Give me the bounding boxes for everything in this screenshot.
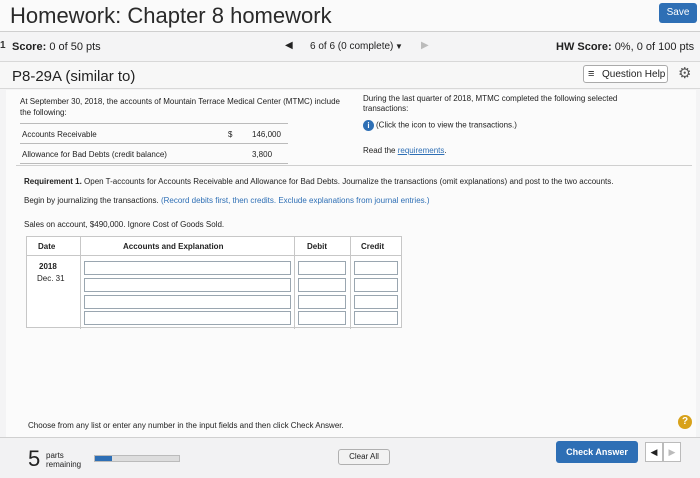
read-suffix: . <box>444 146 447 155</box>
credit-input[interactable] <box>354 261 398 275</box>
account-name: Allowance for Bad Debts (credit balance) <box>22 150 167 159</box>
table-row: Allowance for Bad Debts (credit balance)… <box>20 144 288 164</box>
requirement-instructions: Begin by journalizing the transactions. … <box>24 196 430 205</box>
credit-input[interactable] <box>354 311 398 325</box>
info-icon[interactable]: i <box>363 120 374 131</box>
question-help-label: Question Help <box>602 69 666 80</box>
previous-question-button[interactable]: ◀ <box>285 40 293 51</box>
header-credit: Credit <box>361 242 385 251</box>
requirement-body: Open T-accounts for Accounts Receivable … <box>81 177 614 186</box>
header-debit: Debit <box>307 242 327 251</box>
hw-score-value: 0%, 0 of 100 pts <box>614 41 695 53</box>
header-date: Date <box>38 242 56 251</box>
problem-id: P8-29A (similar to) <box>12 68 136 85</box>
section-divider <box>16 165 692 166</box>
account-select[interactable] <box>84 261 291 275</box>
account-balances-table: Accounts Receivable $ 146,000 Allowance … <box>20 123 288 164</box>
requirement-label: Requirement 1. <box>24 177 82 186</box>
debit-input[interactable] <box>298 311 346 325</box>
parts-progress-bar <box>94 455 180 462</box>
journal-header: Date Accounts and Explanation Debit Cred… <box>27 237 401 255</box>
problem-content: At September 30, 2018, the accounts of M… <box>6 90 696 437</box>
transactions-intro: During the last quarter of 2018, MTMC co… <box>363 94 618 113</box>
read-prefix: Read the <box>363 146 398 155</box>
save-button[interactable]: Save <box>659 3 697 23</box>
remaining-label: remaining <box>46 460 82 469</box>
column-divider <box>294 237 295 329</box>
column-divider <box>80 237 81 329</box>
check-answer-button[interactable]: Check Answer <box>556 441 638 463</box>
entry-year: 2018 <box>39 262 57 271</box>
currency-symbol: $ <box>228 130 233 139</box>
instructions-text: Begin by journalizing the transactions. <box>24 196 161 205</box>
parts-remaining-label: parts remaining <box>46 451 81 469</box>
list-icon: ≡ <box>588 68 595 80</box>
requirement-text: Requirement 1. Open T-accounts for Accou… <box>24 177 614 186</box>
score-value: 0 of 50 pts <box>49 41 101 53</box>
page-title: Homework: Chapter 8 homework <box>10 3 332 28</box>
question-progress[interactable]: 6 of 6 (0 complete) <box>310 41 393 52</box>
score-marker: 1 <box>0 40 6 51</box>
parts-remaining-count: 5 <box>28 446 41 471</box>
next-button[interactable]: ▶ <box>663 442 681 462</box>
transaction-prompt: Sales on account, $490,000. Ignore Cost … <box>24 220 225 229</box>
instructions-note: Choose from any list or enter any number… <box>28 421 344 430</box>
transactions-link-text: (Click the icon to view the transactions… <box>376 120 517 130</box>
question-help-button[interactable]: ≡ Question Help <box>583 65 668 83</box>
credit-input[interactable] <box>354 295 398 309</box>
help-icon[interactable]: ? <box>678 415 692 429</box>
debit-input[interactable] <box>298 278 346 292</box>
score-bar: 1 Score: 0 of 50 pts ◀ 6 of 6 (0 complet… <box>0 33 700 61</box>
score-label: Score: <box>12 41 47 53</box>
entry-date: Dec. 31 <box>37 274 65 283</box>
parts-label: parts <box>46 451 64 460</box>
hw-score: HW Score: 0%, 0 of 100 pts <box>556 41 694 53</box>
column-divider <box>350 237 351 329</box>
account-select[interactable] <box>84 295 291 309</box>
read-requirements: Read the requirements. <box>363 146 447 155</box>
account-select[interactable] <box>84 311 291 325</box>
requirements-link[interactable]: requirements <box>398 146 445 155</box>
title-bar: Homework: Chapter 8 homework Save <box>0 0 700 32</box>
account-select[interactable] <box>84 278 291 292</box>
chevron-down-icon[interactable]: ▼ <box>395 42 403 51</box>
debit-input[interactable] <box>298 261 346 275</box>
table-row: Accounts Receivable $ 146,000 <box>20 124 288 144</box>
instructions-hint: (Record debits first, then credits. Excl… <box>160 196 430 205</box>
question-score: Score: 0 of 50 pts <box>12 41 101 53</box>
problem-intro: At September 30, 2018, the accounts of M… <box>20 97 341 117</box>
debit-input[interactable] <box>298 295 346 309</box>
previous-button[interactable]: ◀ <box>645 442 663 462</box>
problem-bar: P8-29A (similar to) ≡ Question Help ⚙ <box>0 61 700 89</box>
hw-score-label: HW Score: <box>556 41 612 53</box>
gear-icon[interactable]: ⚙ <box>678 64 691 82</box>
account-value: 3,800 <box>252 150 273 159</box>
journal-entry-table: Date Accounts and Explanation Debit Cred… <box>26 236 402 329</box>
clear-all-button[interactable]: Clear All <box>338 449 390 465</box>
header-divider <box>27 255 401 256</box>
account-name: Accounts Receivable <box>22 130 97 139</box>
footer-bar: 5 parts remaining Clear All Check Answer… <box>0 437 700 478</box>
transactions-link[interactable]: i (Click the icon to view the transaction… <box>363 120 517 131</box>
credit-input[interactable] <box>354 278 398 292</box>
header-accounts: Accounts and Explanation <box>123 242 224 251</box>
next-question-button[interactable]: ▶ <box>421 40 429 51</box>
account-value: 146,000 <box>252 130 281 139</box>
parts-progress-fill <box>95 456 112 461</box>
app-frame: Homework: Chapter 8 homework Save 1 Scor… <box>0 0 700 478</box>
